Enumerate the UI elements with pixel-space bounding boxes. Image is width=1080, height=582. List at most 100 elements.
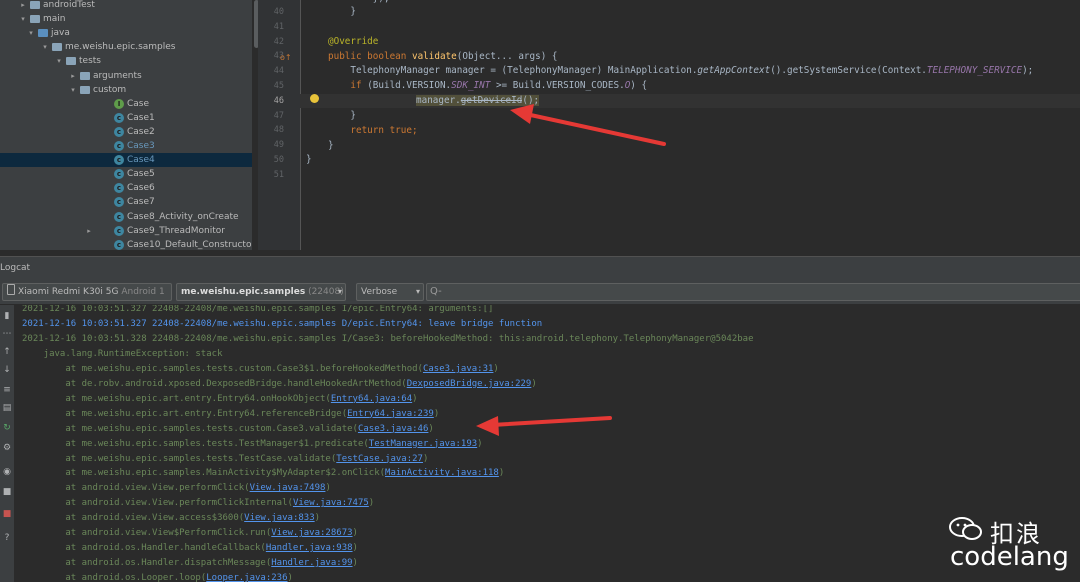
restart-icon[interactable]: ↻ (0, 423, 14, 433)
tree-item-label: androidTest (43, 0, 95, 10)
tree-item-label: Case7 (127, 197, 155, 208)
tree-item[interactable]: ▾ main (0, 12, 252, 26)
chevron-down-icon[interactable]: ▾ (68, 83, 78, 97)
chevron-right-icon[interactable]: ▸ (84, 224, 94, 238)
tree-item[interactable]: ▾ me.weishu.epic.samples (0, 40, 252, 54)
gutter-separator (300, 0, 301, 250)
tree-item-label: Case1 (127, 112, 155, 123)
tree-item[interactable]: ▸ androidTest (0, 0, 252, 12)
stack-frame-close: ) (422, 453, 429, 464)
line-number: 40 (273, 7, 284, 17)
logcat-output[interactable]: 2021-12-16 10:03:51.327 22408-22408/me.w… (14, 305, 1080, 582)
tree-item[interactable]: ▸ Case9_ThreadMonitor (0, 224, 252, 238)
chevron-right-icon[interactable]: ▸ (18, 0, 28, 12)
source-link[interactable]: Entry64.java:239 (347, 409, 434, 419)
log-line: at android.view.View.access$3600(View.ja… (22, 511, 320, 526)
log-line: at me.weishu.epic.samples.tests.custom.C… (22, 362, 499, 377)
soft-wrap-icon[interactable]: ≡ (0, 385, 14, 395)
line-number: 44 (273, 66, 284, 77)
scroll-up-icon[interactable]: ↑ (0, 347, 14, 357)
line-number: 49 (273, 140, 284, 151)
tree-item[interactable]: Case7 (0, 195, 252, 209)
tree-item[interactable]: Case5 (0, 167, 252, 181)
source-link[interactable]: View.java:7498 (250, 483, 326, 493)
chevron-down-icon[interactable]: ▾ (54, 54, 64, 68)
source-link[interactable]: TestCase.java:27 (336, 454, 423, 464)
code-line-50: } (306, 154, 312, 165)
tree-item-label: Case2 (127, 126, 155, 137)
trash-icon[interactable]: ▮ (0, 311, 14, 321)
tree-item[interactable]: ▾ custom (0, 83, 252, 97)
source-link[interactable]: DexposedBridge.java:229 (407, 379, 532, 389)
tree-item[interactable]: Case3 (0, 139, 252, 153)
stack-frame-close: ) (477, 438, 483, 449)
project-tree: ▸ androidTest ▾ main ▾ java ▾ me.weishu.epic.sa… (0, 0, 252, 250)
tree-item[interactable]: Case4 (0, 153, 252, 168)
chevron-down-icon[interactable]: ▾ (18, 12, 28, 26)
tree-item[interactable]: ▸ arguments (0, 69, 252, 83)
source-link[interactable]: Handler.java:99 (271, 558, 352, 568)
source-link[interactable]: MainActivity.java:118 (385, 468, 499, 478)
chevron-right-icon[interactable]: ▸ (68, 69, 78, 83)
wrap-icon[interactable]: ⋯ (0, 329, 14, 339)
process-dropdown[interactable]: me.weishu.epic.samples (22408) ▾ (176, 283, 346, 301)
log-line: at me.weishu.epic.samples.tests.TestCase… (22, 452, 428, 467)
class-icon (114, 181, 124, 195)
process-name: me.weishu.epic.samples (181, 287, 306, 297)
tree-item[interactable]: ▾ java (0, 26, 252, 40)
logcat-header: Logcat (0, 256, 1080, 281)
stack-frame-text: at me.weishu.epic.art.entry.Entry64.refe… (22, 408, 348, 419)
line-number: 47 (273, 110, 284, 121)
override-gutter-icon[interactable]: o↑ (280, 53, 292, 62)
source-link[interactable]: Handler.java:938 (266, 543, 353, 553)
logcat-search-input[interactable] (426, 283, 1080, 301)
wechat-logo-icon (949, 517, 982, 540)
folder-icon (52, 43, 62, 52)
line-number: 50 (273, 155, 284, 165)
tree-item-label: Case (127, 98, 150, 109)
folder-icon (38, 29, 48, 38)
code-editor[interactable]: 404142434445464748495051 o↑ }); } @Overr… (258, 0, 1080, 250)
tree-item[interactable]: Case (0, 97, 252, 111)
folder-icon (80, 85, 90, 94)
print-icon[interactable]: ▤ (0, 403, 14, 413)
interface-icon (114, 97, 124, 111)
settings-icon[interactable]: ⚙ (0, 443, 14, 453)
chevron-down-icon: ▾ (415, 287, 420, 296)
chevron-down-icon[interactable]: ▾ (40, 40, 50, 54)
logcat-side-toolbar: ▮ ⋯ ↑ ↓ ≡ ▤ ↻ ⚙ ◉ ■ ■ ? (0, 305, 14, 582)
source-link[interactable]: Case3.java:31 (423, 364, 493, 374)
tree-item[interactable]: Case6 (0, 181, 252, 195)
source-link[interactable]: Case3.java:46 (358, 424, 428, 434)
code-line-43: public boolean validate(Object... args) … (328, 51, 558, 62)
tree-item[interactable]: Case8_Activity_onCreate (0, 210, 252, 224)
stack-frame-text: at android.os.Handler.dispatchMessage( (22, 558, 272, 569)
tree-item[interactable]: Case2 (0, 125, 252, 139)
tree-item[interactable]: ▾ tests (0, 54, 252, 68)
chevron-down-icon[interactable]: ▾ (26, 26, 36, 40)
tree-item[interactable]: Case1 (0, 111, 252, 125)
log-line: at android.os.Handler.dispatchMessage(Ha… (22, 556, 358, 571)
source-link[interactable]: Entry64.java:64 (331, 394, 412, 404)
tree-item-label: arguments (93, 70, 142, 81)
stack-frame-text: at me.weishu.epic.art.entry.Entry64.onHo… (22, 393, 331, 404)
scroll-down-icon[interactable]: ↓ (0, 365, 14, 375)
tree-item[interactable]: Case10_Default_Constructor (0, 238, 252, 250)
stack-frame-close: ) (433, 408, 440, 419)
line-number: 45 (273, 81, 284, 91)
stop-icon[interactable]: ■ (0, 509, 14, 519)
video-icon[interactable]: ■ (0, 487, 14, 497)
source-link[interactable]: View.java:28673 (271, 528, 352, 538)
class-icon (114, 153, 124, 167)
source-link[interactable]: View.java:7475 (293, 498, 369, 508)
stack-frame-text: at me.weishu.epic.samples.tests.custom.C… (22, 363, 423, 374)
source-link[interactable]: Looper.java:236 (206, 573, 287, 582)
source-link[interactable]: View.java:833 (244, 513, 314, 523)
folder-icon (80, 71, 90, 80)
camera-icon[interactable]: ◉ (0, 467, 14, 477)
device-dropdown[interactable]: Xiaomi Redmi K30i 5G Android 1 (2, 283, 172, 301)
source-link[interactable]: TestManager.java:193 (369, 439, 477, 449)
help-icon[interactable]: ? (0, 533, 14, 543)
log-level-dropdown[interactable]: Verbose ▾ (356, 283, 424, 301)
intention-bulb-icon[interactable] (310, 94, 319, 103)
